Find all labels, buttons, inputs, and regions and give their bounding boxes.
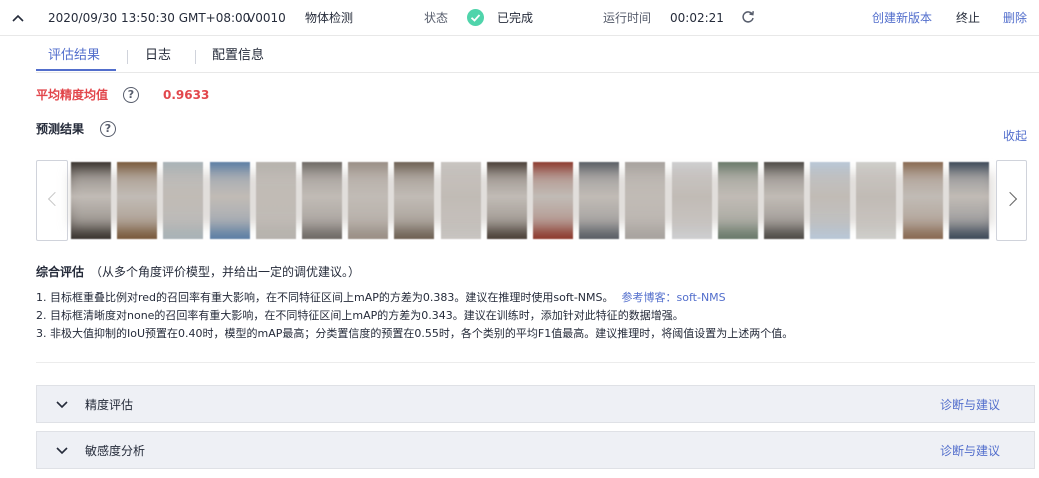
runtime-value: 00:02:21	[670, 11, 724, 25]
evaluation-item: 3. 非极大值抑制的IoU预置在0.40时，模型的mAP最高；分类置信度的预置在…	[36, 327, 794, 340]
panel-title: 敏感度分析	[85, 444, 146, 458]
blur-overlay	[70, 172, 994, 226]
chevron-down-icon	[56, 447, 68, 455]
refresh-icon[interactable]	[740, 9, 756, 25]
version-number: V0010	[247, 11, 286, 25]
active-tab-indicator	[36, 69, 116, 71]
tab-evaluation[interactable]: 评估结果	[48, 40, 100, 72]
panel-title: 精度评估	[85, 398, 134, 412]
evaluation-item: 1. 目标框重叠比例对red的召回率有重大影响，在不同特征区间上mAP的方差为0…	[36, 290, 726, 306]
tabs-divider	[36, 72, 1039, 73]
carousel-prev-button[interactable]	[36, 160, 68, 241]
delete-link[interactable]: 删除	[1003, 10, 1027, 26]
map-label: 平均精度均值	[36, 88, 109, 102]
help-icon[interactable]: ?	[100, 121, 116, 137]
runtime-label: 运行时间	[603, 11, 652, 25]
chevron-up-icon[interactable]	[10, 10, 26, 26]
reference-link[interactable]: 参考博客：soft-NMS	[622, 291, 726, 304]
tab-divider	[127, 50, 128, 64]
tab-config[interactable]: 配置信息	[212, 40, 264, 72]
panel-sensitivity-analysis[interactable]: 敏感度分析 诊断与建议	[36, 431, 1035, 469]
section-divider	[36, 362, 1035, 363]
help-icon[interactable]: ?	[123, 87, 139, 103]
panel-precision-eval[interactable]: 精度评估 诊断与建议	[36, 385, 1035, 423]
version-date: 2020/09/30 13:50:30 GMT+08:00	[48, 11, 251, 25]
prediction-title: 预测结果	[36, 122, 85, 136]
evaluation-text: 1. 目标框重叠比例对red的召回率有重大影响，在不同特征区间上mAP的方差为0…	[36, 291, 614, 304]
carousel-next-button[interactable]	[996, 160, 1027, 241]
diagnosis-link[interactable]: 诊断与建议	[940, 397, 1000, 413]
check-circle-icon	[467, 9, 484, 26]
version-header: 2020/09/30 13:50:30 GMT+08:00 V0010 物体检测…	[0, 0, 1039, 36]
chevron-right-icon	[1002, 191, 1018, 207]
status-label: 状态	[424, 11, 449, 25]
map-value: 0.9633	[163, 88, 210, 102]
tab-logs[interactable]: 日志	[145, 40, 171, 72]
create-version-link[interactable]: 创建新版本	[872, 10, 932, 26]
evaluation-title: 综合评估	[36, 265, 85, 279]
evaluation-subtitle: （从多个角度评价模型，并给出一定的调优建议。）	[90, 265, 361, 279]
evaluation-item: 2. 目标框清晰度对none的召回率有重大影响，在不同特征区间上mAP的方差为0…	[36, 309, 684, 322]
status-text: 已完成	[497, 11, 534, 25]
task-type: 物体检测	[305, 11, 354, 25]
evaluation-heading: 综合评估 （从多个角度评价模型，并给出一定的调优建议。）	[36, 263, 360, 281]
chevron-left-icon	[47, 191, 63, 207]
chevron-down-icon	[56, 401, 68, 409]
collapse-link[interactable]: 收起	[1003, 128, 1027, 144]
stop-link[interactable]: 终止	[956, 10, 980, 26]
tab-divider	[195, 50, 196, 64]
diagnosis-link[interactable]: 诊断与建议	[940, 443, 1000, 459]
